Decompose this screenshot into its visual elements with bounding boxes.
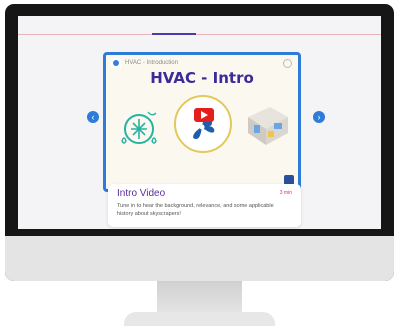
hvac-icon xyxy=(121,111,157,144)
card-duration: 3 min xyxy=(279,190,292,196)
channel-logo-icon xyxy=(111,58,121,68)
lesson-card[interactable]: Intro Video 3 min Tune in to hear the ba… xyxy=(108,184,301,227)
info-icon[interactable] xyxy=(283,58,292,68)
screen: ‹ › HVAC - Introduction HVAC - Intro Int… xyxy=(18,16,381,229)
active-tab-indicator xyxy=(152,33,196,35)
play-icon[interactable] xyxy=(194,108,214,122)
monitor-stand-neck xyxy=(157,281,242,316)
video-heading: HVAC - Intro xyxy=(150,69,254,87)
top-divider xyxy=(18,34,381,35)
monitor-stand-base xyxy=(124,312,275,326)
previous-arrow-icon[interactable]: ‹ xyxy=(87,111,99,123)
card-description: Tune in to hear the background, relevanc… xyxy=(117,203,274,217)
next-arrow-icon[interactable]: › xyxy=(313,111,325,123)
video-player[interactable]: HVAC - Introduction HVAC - Intro xyxy=(103,52,301,192)
monitor-chin xyxy=(5,236,394,281)
card-title: Intro Video xyxy=(117,188,166,199)
room-icon xyxy=(248,107,288,145)
video-channel-title: HVAC - Introduction xyxy=(125,60,178,66)
